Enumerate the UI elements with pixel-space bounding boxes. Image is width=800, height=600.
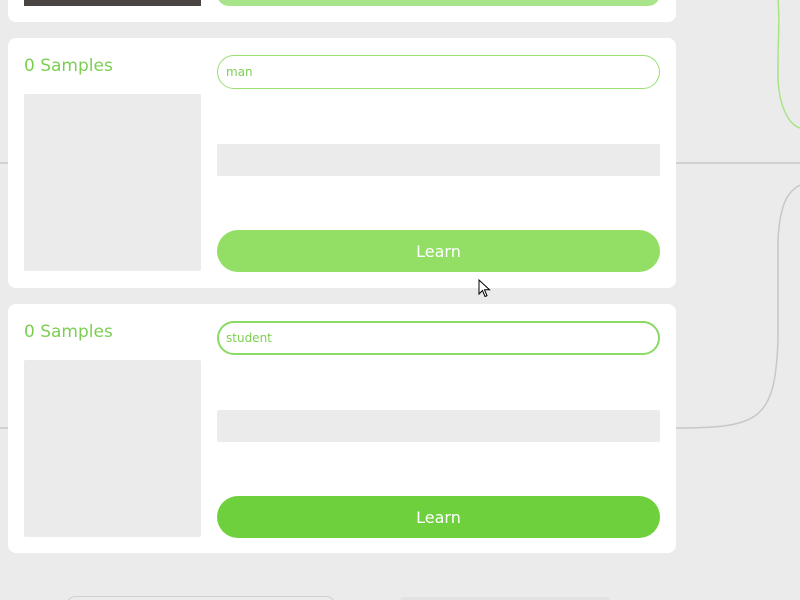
mouse-pointer-icon	[478, 279, 491, 298]
class-label-input[interactable]	[217, 55, 660, 89]
next-card-control[interactable]	[66, 596, 336, 600]
class-card-man: 0 Samples Learn	[8, 38, 676, 288]
sample-count: 0 Samples	[24, 56, 113, 76]
class-card-student: 0 Samples Learn	[8, 304, 676, 553]
sample-thumbnail	[24, 0, 201, 6]
learn-button[interactable]	[217, 0, 660, 6]
sample-thumbnail-placeholder[interactable]	[24, 94, 201, 271]
confidence-bar	[217, 144, 660, 176]
training-canvas: 0 Samples Learn 0 Samples Learn	[0, 0, 800, 600]
class-label-input[interactable]	[217, 321, 660, 355]
sample-count: 0 Samples	[24, 322, 113, 342]
learn-button[interactable]: Learn	[217, 496, 660, 538]
learn-button[interactable]: Learn	[217, 230, 660, 272]
sample-thumbnail-placeholder[interactable]	[24, 360, 201, 537]
wire-right-green	[777, 0, 800, 129]
class-card-previous	[8, 0, 676, 22]
confidence-bar	[217, 410, 660, 442]
wire-right-2	[675, 184, 800, 429]
